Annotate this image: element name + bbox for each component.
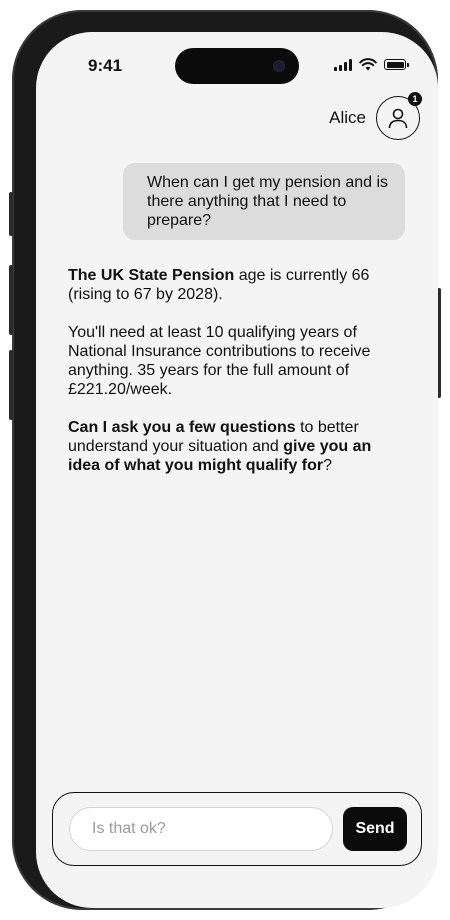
person-icon <box>388 108 408 129</box>
volume-up-button <box>9 265 13 335</box>
assistant-bold-text: Can I ask you a few questions <box>68 419 296 436</box>
assistant-paragraph-3: Can I ask you a few questions to better … <box>68 418 398 475</box>
assistant-paragraph-2: You'll need at least 10 qualifying years… <box>68 324 371 398</box>
status-time: 9:41 <box>88 56 123 75</box>
message-composer: Send <box>52 792 422 866</box>
battery-icon <box>384 59 409 70</box>
dynamic-island <box>175 48 299 84</box>
user-message-bubble: When can I get my pension and is there a… <box>123 163 405 240</box>
notification-badge: 1 <box>408 92 422 106</box>
assistant-bold-text: The UK State Pension <box>68 267 235 284</box>
signal-icon <box>334 58 352 71</box>
camera-icon <box>273 60 285 72</box>
message-input[interactable] <box>69 807 333 851</box>
volume-down-button <box>9 350 13 420</box>
status-icons <box>334 58 409 71</box>
phone-frame: 9:41 Alice 1 When can I get my pension a… <box>9 10 441 910</box>
avatar[interactable]: 1 <box>376 92 422 140</box>
assistant-message: The UK State Pension age is currently 66… <box>68 266 398 494</box>
assistant-text: ? <box>323 457 333 474</box>
screen: 9:41 Alice 1 When can I get my pension a… <box>36 32 438 908</box>
user-name: Alice <box>329 108 366 127</box>
side-button <box>9 192 13 236</box>
wifi-icon <box>359 58 377 71</box>
assistant-paragraph-1: The UK State Pension age is currently 66… <box>68 266 398 304</box>
send-button[interactable]: Send <box>343 807 407 851</box>
user-header: Alice 1 <box>329 92 422 140</box>
